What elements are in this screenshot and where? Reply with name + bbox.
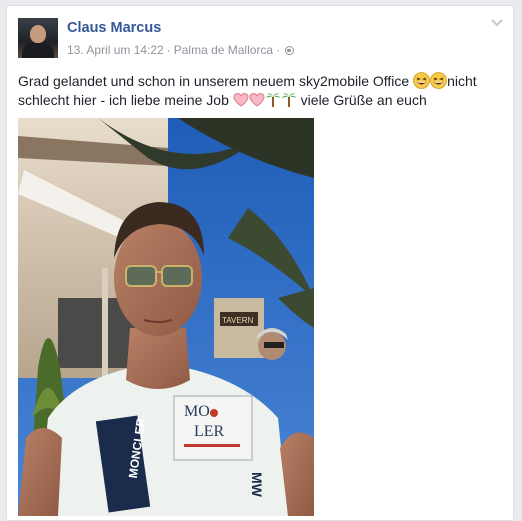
laughing-emoji-icon xyxy=(430,72,447,89)
palm-tree-emoji-icon xyxy=(281,93,296,107)
meta-separator-2: · xyxy=(276,43,281,57)
laughing-emoji-icon xyxy=(413,72,430,89)
post-text: Grad gelandet und schon in unserem neuem… xyxy=(18,72,504,110)
shirt-badge-line-1: MO xyxy=(184,403,210,420)
post-timestamp-link[interactable]: 13. April um 14:22 xyxy=(67,43,164,57)
heart-emoji-icon xyxy=(233,92,249,107)
shirt-badge-line-2: LER xyxy=(194,423,225,440)
globe-icon[interactable] xyxy=(285,46,295,55)
sign-text: TAVERN xyxy=(222,316,253,325)
post-location-link[interactable]: Palma de Mallorca xyxy=(174,43,273,57)
post-photo[interactable]: TAVERN MONCLER MO LER MW xyxy=(18,118,314,516)
chevron-down-icon[interactable] xyxy=(491,18,503,28)
post-meta: 13. April um 14:22 · Palma de Mallorca · xyxy=(67,43,295,57)
palm-tree-emoji-icon xyxy=(265,93,280,107)
heart-emoji-icon xyxy=(249,92,265,107)
post-text-part-1: Grad gelandet und schon in unserem neuem… xyxy=(18,73,410,89)
avatar[interactable] xyxy=(18,18,58,58)
post-text-part-3: viele Grüße an euch xyxy=(300,92,427,108)
shirt-side-text: MW xyxy=(249,472,265,498)
meta-separator: · xyxy=(166,43,171,57)
author-name-link[interactable]: Claus Marcus xyxy=(67,20,161,36)
post-card: Claus Marcus 13. April um 14:22 · Palma de… xyxy=(6,5,514,521)
